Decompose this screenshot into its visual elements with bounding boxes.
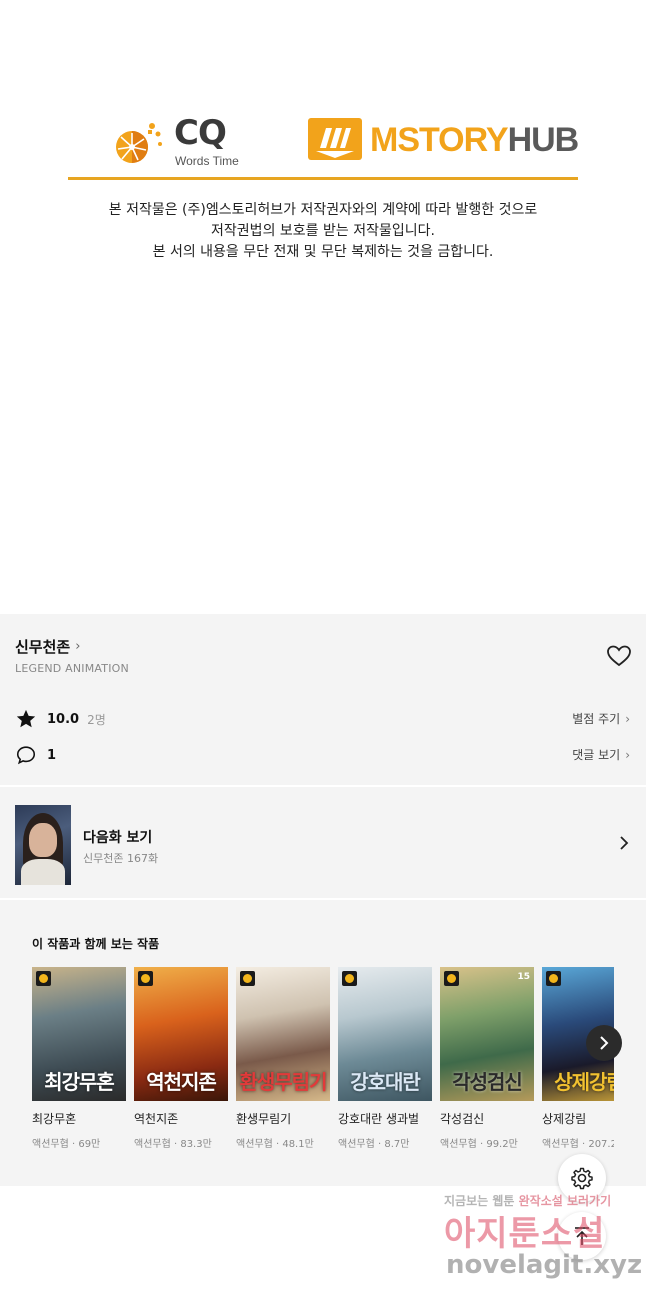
watermark-tagline-b: 완작소설 bbox=[518, 1194, 563, 1208]
orange-sun-icon bbox=[116, 123, 162, 163]
view-comments-button[interactable]: 댓글 보기 › bbox=[572, 746, 630, 763]
rec-cover[interactable]: 최강무혼 bbox=[32, 967, 126, 1101]
recommendations-heading: 이 작품과 함께 보는 작품 bbox=[32, 937, 160, 951]
thumb-robe bbox=[21, 859, 65, 885]
rate-button[interactable]: 별점 주기 › bbox=[572, 710, 630, 727]
comment-label[interactable]: 댓글 보기 bbox=[572, 746, 620, 763]
rec-title[interactable]: 최강무혼 bbox=[32, 1110, 126, 1127]
age-rating-badge: 15 bbox=[517, 972, 530, 982]
rec-cover[interactable]: 15 각성검신 bbox=[440, 967, 534, 1101]
rec-title[interactable]: 역천지존 bbox=[134, 1110, 228, 1127]
rec-meta: 액션무협 · 69만 bbox=[32, 1139, 101, 1150]
notice-line: 저작권법의 보호를 받는 저작물입니다. bbox=[211, 223, 435, 239]
rec-cover-title: 각성검신 bbox=[452, 1070, 523, 1094]
next-episode-card[interactable]: 다음화 보기 신무천존 167화 bbox=[0, 789, 646, 900]
clock-icon bbox=[546, 971, 561, 986]
clock-icon bbox=[342, 971, 357, 986]
clock-icon bbox=[240, 971, 255, 986]
recommendations-carousel: 최강무혼 최강무혼 액션무협 · 69만 역천지존 역천지존 액션무협 · 83… bbox=[32, 967, 614, 1157]
publisher-logos: CQ Words Time MSTORYHUB bbox=[0, 108, 646, 172]
rec-title[interactable]: 환생무림기 bbox=[236, 1110, 330, 1127]
chevron-right-icon bbox=[620, 836, 629, 850]
work-title[interactable]: 신무천존 bbox=[15, 636, 70, 657]
heart-icon[interactable] bbox=[606, 644, 632, 668]
mstory-text: MSTORY bbox=[370, 121, 509, 159]
mstoryhub-wordmark: MSTORYHUB bbox=[370, 121, 580, 159]
notice-line: 본 저작물은 (주)엠스토리허브가 저작권자와의 계약에 따라 발행한 것으로 bbox=[108, 202, 538, 218]
rec-title[interactable]: 강호대란 생과벌 bbox=[338, 1110, 432, 1127]
chevron-right-icon: › bbox=[75, 639, 81, 654]
book-icon bbox=[316, 128, 354, 158]
rating-count: 2명 bbox=[87, 712, 106, 727]
watermark: 지금보는 웹툰 완작소설 보러가기 아지툰소설 novelagit.xyz bbox=[436, 1190, 642, 1290]
star-icon bbox=[16, 709, 36, 728]
rec-cover-title: 환생무림기 bbox=[239, 1070, 328, 1094]
rec-item[interactable]: 최강무혼 최강무혼 액션무협 · 69만 bbox=[32, 967, 126, 1150]
rec-cover-title: 역천지존 bbox=[146, 1070, 217, 1094]
comment-count: 1 bbox=[47, 747, 57, 763]
copyright-notice: 본 저작물은 (주)엠스토리허브가 저작권자와의 계약에 따라 발행한 것으로 … bbox=[0, 200, 646, 263]
next-episode-subtitle: 신무천존 167화 bbox=[83, 852, 159, 865]
chevron-right-icon bbox=[600, 1036, 609, 1050]
rec-title[interactable]: 상제강림 bbox=[542, 1110, 614, 1127]
rec-cover[interactable]: 역천지존 bbox=[134, 967, 228, 1101]
chevron-right-icon: › bbox=[625, 711, 630, 726]
hub-text: HUB bbox=[507, 121, 580, 159]
rec-item[interactable]: 역천지존 역천지존 액션무협 · 83.3만 bbox=[134, 967, 228, 1150]
rec-item[interactable]: 15 각성검신 각성검신 액션무협 · 99.2만 bbox=[440, 967, 534, 1150]
arrow-up-icon bbox=[575, 1227, 589, 1245]
rating-value: 10.0 bbox=[47, 711, 80, 727]
rating-row: 10.0 2명 bbox=[15, 708, 106, 730]
chevron-right-icon: › bbox=[625, 747, 630, 762]
comment-icon bbox=[16, 746, 36, 765]
clock-icon bbox=[138, 971, 153, 986]
rec-meta: 액션무협 · 207.2만 bbox=[542, 1139, 614, 1150]
author-name: LEGEND ANIMATION bbox=[15, 662, 129, 675]
gear-icon bbox=[571, 1167, 593, 1190]
watermark-tagline-a: 지금보는 웹툰 bbox=[444, 1194, 515, 1208]
rec-cover[interactable]: 환생무림기 bbox=[236, 967, 330, 1101]
work-title-link[interactable]: 신무천존 › bbox=[15, 636, 80, 657]
rec-item[interactable]: 강호대란 강호대란 생과벌 액션무협 · 8.7만 bbox=[338, 967, 432, 1150]
next-episode-thumbnail bbox=[15, 805, 71, 885]
mstoryhub-mark bbox=[308, 118, 362, 160]
banner-divider bbox=[68, 177, 578, 180]
carousel-next-button[interactable] bbox=[586, 1025, 622, 1061]
rec-meta: 액션무협 · 8.7만 bbox=[338, 1139, 410, 1150]
mstoryhub-logo: MSTORYHUB bbox=[308, 116, 579, 164]
copyright-banner: CQ Words Time MSTORYHUB 본 저작물은 (주)엠스토리허브… bbox=[0, 0, 646, 614]
next-episode-label[interactable]: 다음화 보기 bbox=[83, 827, 152, 847]
scroll-top-button[interactable] bbox=[558, 1212, 606, 1260]
thumb-face bbox=[29, 823, 57, 857]
rec-meta: 액션무협 · 83.3만 bbox=[134, 1139, 212, 1150]
work-info-card: 신무천존 › LEGEND ANIMATION 10.0 2명 별점 주기 › … bbox=[0, 614, 646, 787]
rec-meta: 액션무협 · 48.1만 bbox=[236, 1139, 314, 1150]
rec-cover-title: 상제강림 bbox=[554, 1070, 614, 1094]
rec-cover-title: 최강무혼 bbox=[44, 1070, 115, 1094]
cq-words-time-logo: CQ Words Time bbox=[108, 112, 248, 168]
rec-cover-title: 강호대란 bbox=[350, 1070, 421, 1094]
settings-button[interactable] bbox=[558, 1154, 606, 1202]
notice-line: 본 서의 내용을 무단 전재 및 무단 복제하는 것을 금합니다. bbox=[152, 244, 494, 260]
rec-cover[interactable]: 강호대란 bbox=[338, 967, 432, 1101]
rate-label[interactable]: 별점 주기 bbox=[572, 710, 620, 727]
cq-subtitle: Words Time bbox=[175, 154, 239, 168]
clock-icon bbox=[36, 971, 51, 986]
cq-mark: CQ bbox=[174, 113, 227, 153]
recommendations-section: 이 작품과 함께 보는 작품 최강무혼 최강무혼 액션무협 · 69만 역천지존… bbox=[0, 902, 646, 1186]
comment-row: 1 bbox=[15, 744, 56, 766]
watermark-url: novelagit.xyz bbox=[446, 1250, 643, 1280]
rec-item[interactable]: 환생무림기 환생무림기 액션무협 · 48.1만 bbox=[236, 967, 330, 1150]
clock-icon bbox=[444, 971, 459, 986]
rec-meta: 액션무협 · 99.2만 bbox=[440, 1139, 518, 1150]
rec-title[interactable]: 각성검신 bbox=[440, 1110, 534, 1127]
